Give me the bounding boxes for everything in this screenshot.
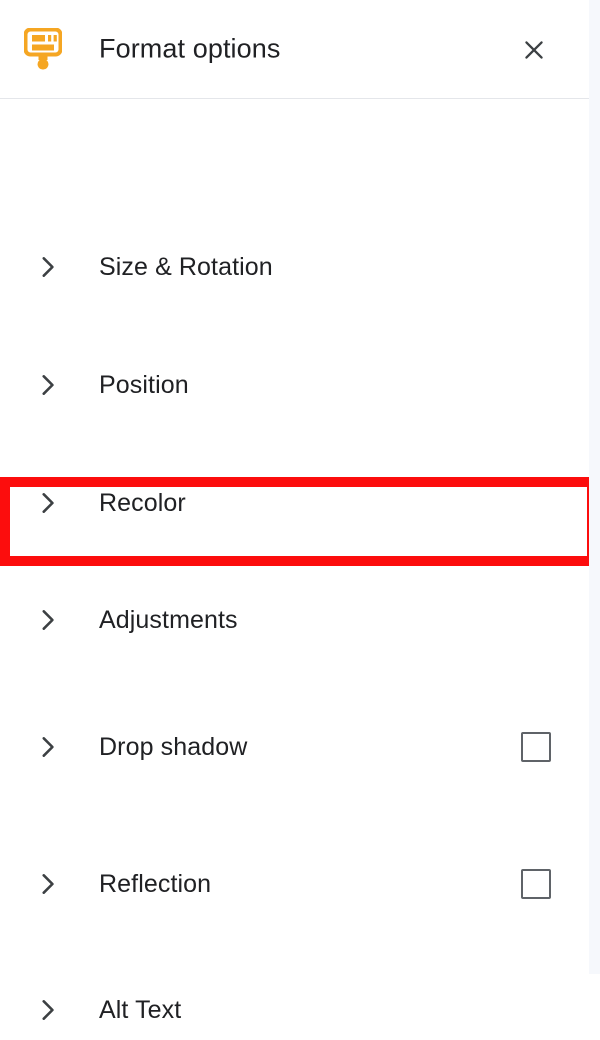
format-paint-brush-icon (23, 27, 63, 70)
option-row-alt-text[interactable]: Alt Text (0, 980, 589, 1040)
reflection-checkbox[interactable] (521, 869, 551, 899)
chevron-right-icon (34, 254, 60, 280)
panel-header: Format options (0, 0, 589, 99)
option-label: Size & Rotation (99, 252, 273, 281)
page-title: Format options (99, 33, 281, 64)
option-label: Adjustments (99, 605, 238, 634)
option-row-recolor[interactable]: Recolor (0, 473, 589, 533)
option-row-size-rotation[interactable]: Size & Rotation (0, 237, 589, 297)
option-row-reflection[interactable]: Reflection (0, 854, 589, 914)
option-row-drop-shadow[interactable]: Drop shadow (0, 717, 589, 777)
panel-edge-strip (589, 0, 600, 974)
chevron-right-icon (34, 997, 60, 1023)
format-options-panel: Format options Size & Rotation Position … (0, 0, 597, 1024)
close-x-icon (521, 37, 547, 63)
option-label: Recolor (99, 488, 186, 517)
option-row-adjustments[interactable]: Adjustments (0, 590, 589, 650)
chevron-right-icon (34, 372, 60, 398)
option-label: Reflection (99, 869, 212, 898)
option-row-position[interactable]: Position (0, 355, 589, 415)
drop-shadow-checkbox[interactable] (521, 732, 551, 762)
chevron-right-icon (34, 607, 60, 633)
option-label: Alt Text (99, 995, 182, 1024)
chevron-right-icon (34, 490, 60, 516)
option-label: Drop shadow (99, 732, 248, 761)
close-button[interactable] (512, 28, 556, 72)
chevron-right-icon (34, 871, 60, 897)
chevron-right-icon (34, 734, 60, 760)
option-label: Position (99, 370, 189, 399)
